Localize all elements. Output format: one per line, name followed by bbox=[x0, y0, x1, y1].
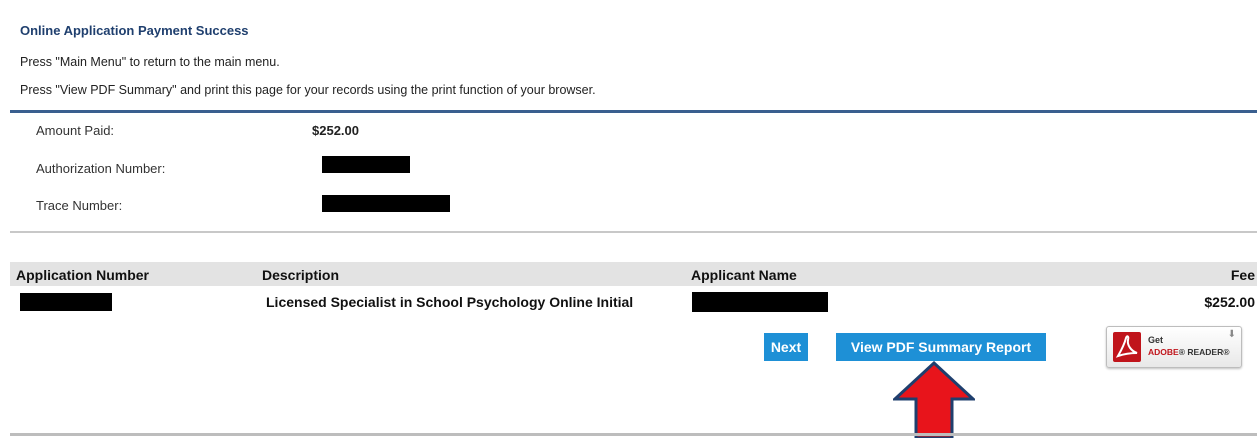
row-fee: $252.00 bbox=[1204, 294, 1255, 310]
applicant-name-redacted bbox=[692, 292, 828, 312]
header-application-number: Application Number bbox=[16, 267, 150, 283]
authorization-number-redacted bbox=[322, 156, 410, 173]
authorization-number-label: Authorization Number: bbox=[36, 161, 166, 176]
instruction-main-menu: Press "Main Menu" to return to the main … bbox=[20, 55, 280, 69]
amount-paid-value: $252.00 bbox=[312, 123, 359, 138]
application-number-redacted bbox=[20, 293, 112, 311]
bottom-divider bbox=[10, 433, 1257, 436]
trace-number-label: Trace Number: bbox=[36, 198, 123, 213]
adobe-get-text: Get bbox=[1148, 335, 1164, 345]
amount-paid-label: Amount Paid: bbox=[36, 123, 115, 138]
table-header: Application Number Description Applicant… bbox=[10, 262, 1257, 286]
header-description: Description bbox=[262, 267, 340, 283]
trace-number-redacted bbox=[322, 195, 450, 212]
row-description: Licensed Specialist in School Psychology… bbox=[266, 294, 634, 310]
adobe-reader-text: ADOBE® READER® bbox=[1148, 347, 1230, 357]
adobe-reader-word: READER bbox=[1187, 347, 1224, 357]
get-adobe-reader-button[interactable]: Get ADOBE® READER® ⬇ bbox=[1106, 326, 1242, 368]
red-up-arrow-annotation bbox=[893, 361, 975, 438]
adobe-brand-text: ADOBE bbox=[1148, 347, 1179, 357]
section-divider-blue bbox=[10, 110, 1257, 113]
header-applicant-name: Applicant Name bbox=[691, 267, 797, 283]
adobe-acrobat-icon bbox=[1113, 332, 1141, 362]
instruction-view-pdf: Press "View PDF Summary" and print this … bbox=[20, 83, 596, 97]
page-title: Online Application Payment Success bbox=[20, 23, 249, 38]
section-divider-gray bbox=[10, 231, 1257, 233]
view-pdf-summary-report-button[interactable]: View PDF Summary Report bbox=[836, 333, 1046, 361]
header-fee: Fee bbox=[1230, 267, 1255, 283]
next-button[interactable]: Next bbox=[764, 333, 808, 361]
download-arrow-icon: ⬇ bbox=[1227, 329, 1236, 340]
